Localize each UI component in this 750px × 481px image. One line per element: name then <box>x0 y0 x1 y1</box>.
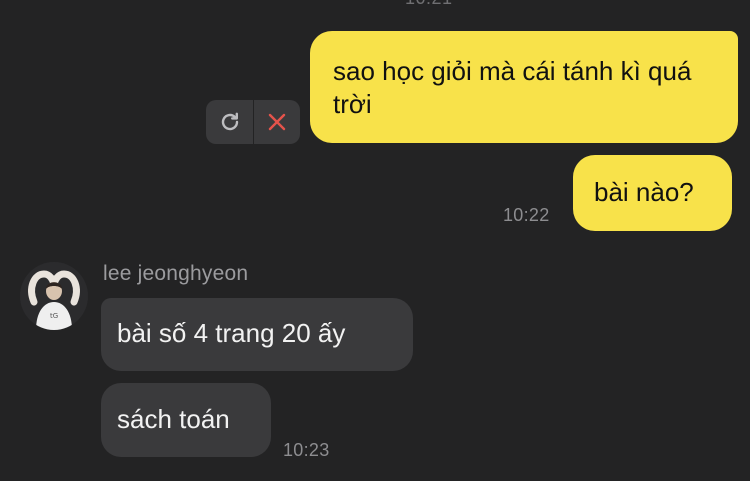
message-time: 10:22 <box>503 205 550 225</box>
message-bubble[interactable]: sách toán <box>101 383 271 457</box>
sender-name: lee jeonghyeon <box>103 262 249 285</box>
message-bubble[interactable]: sao học giỏi mà cái tánh kì quá trời <box>310 31 738 143</box>
retry-button[interactable] <box>206 100 253 144</box>
message-bubble[interactable]: bài nào? <box>573 155 732 231</box>
svg-text:tG: tG <box>50 312 58 320</box>
message-time: 10:23 <box>283 440 330 460</box>
message-bubble[interactable]: bài số 4 trang 20 ấy <box>101 298 413 371</box>
close-icon <box>268 113 286 131</box>
avatar[interactable]: tG <box>20 262 88 330</box>
previous-timestamp: 10:21 <box>405 0 453 9</box>
chat-thread: 10:21 sao học giỏi mà cái tánh kì quá tr… <box>0 0 750 481</box>
delete-button[interactable] <box>253 100 300 144</box>
retry-icon <box>221 112 238 131</box>
failed-message-actions <box>206 100 300 144</box>
profile-photo: tG <box>20 262 88 330</box>
